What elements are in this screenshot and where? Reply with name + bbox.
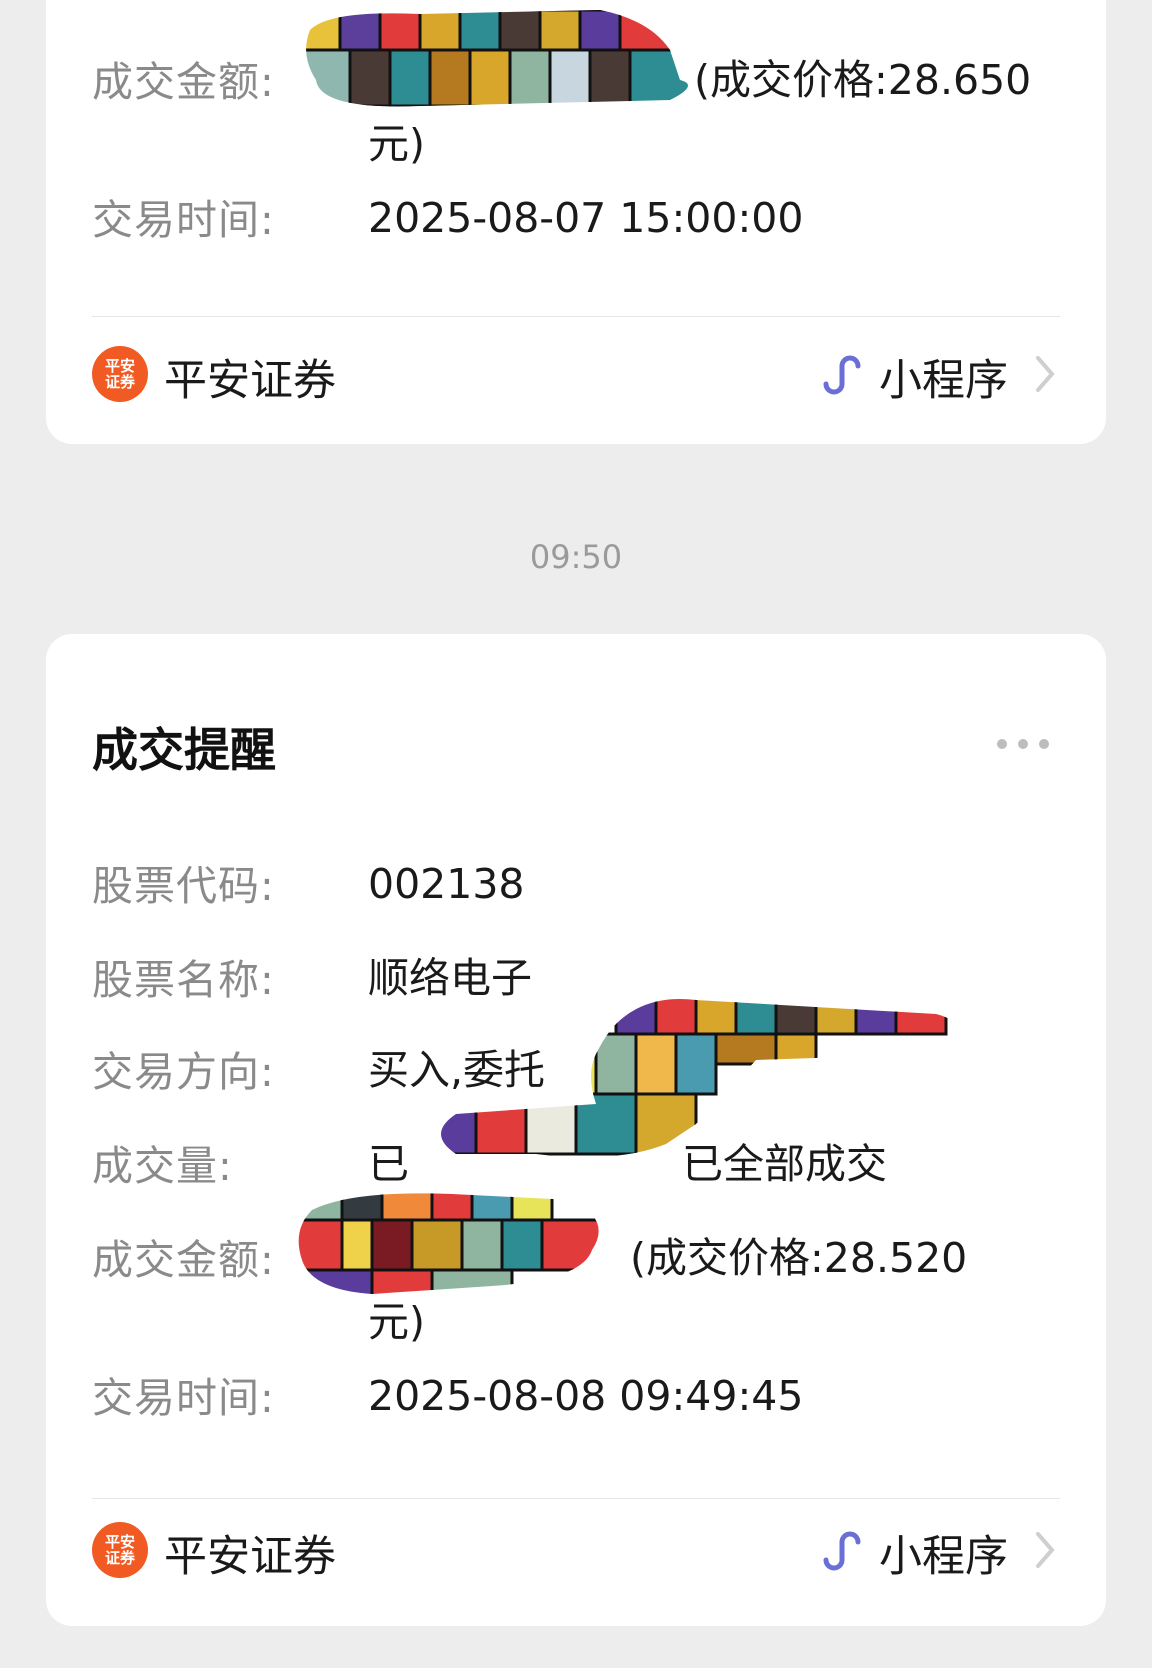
row-value: 2025-08-08 09:49:45: [368, 1372, 804, 1420]
row-label: 交易时间:: [92, 1374, 275, 1422]
card-divider: [92, 1498, 1060, 1499]
redaction-mosaic: [441, 999, 948, 1156]
card-title: 成交提醒: [92, 723, 276, 777]
row-label: 成交量:: [92, 1142, 233, 1190]
card-footer[interactable]: 平安证券 平安证券 小程序: [92, 1512, 1060, 1592]
message-card-previous[interactable]: 成交金额: (成交价格:28.650 元) 交易时间: 2025-08-07 1…: [46, 0, 1106, 444]
redaction-mosaic: [298, 1193, 599, 1294]
brand-name: 平安证券: [164, 1532, 336, 1582]
card-divider: [92, 316, 1060, 317]
mini-program-icon: [823, 1531, 861, 1571]
mini-program-label: 小程序: [879, 1532, 1008, 1582]
redaction-mosaic: [306, 10, 689, 107]
row-label: 股票名称:: [92, 956, 275, 1004]
row-label: 交易时间:: [92, 196, 275, 244]
more-dots-icon[interactable]: [996, 738, 1050, 750]
chevron-right-icon: [1036, 1532, 1055, 1568]
mini-program-icon: [823, 355, 861, 395]
message-card-trade-alert[interactable]: 成交提醒 股票代码: 002138 股票名称: 顺络电子 交易方向: 买入,委托…: [46, 634, 1106, 1626]
row-label: 交易方向:: [92, 1048, 275, 1096]
card-footer[interactable]: 平安证券 平安证券 小程序: [92, 336, 1060, 416]
chat-timestamp: 09:50: [529, 538, 623, 576]
row-label: 成交金额:: [92, 1236, 275, 1284]
row-label: 股票代码:: [92, 862, 275, 910]
brand-name: 平安证券: [164, 356, 336, 406]
ping-an-logo: 平安证券: [92, 346, 148, 402]
row-value: 002138: [368, 860, 525, 908]
mini-program-label: 小程序: [879, 356, 1008, 406]
row-value: 2025-08-07 15:00:00: [368, 194, 804, 242]
row-label: 成交金额:: [92, 58, 275, 106]
ping-an-logo: 平安证券: [92, 1522, 148, 1578]
chevron-right-icon: [1036, 356, 1055, 392]
